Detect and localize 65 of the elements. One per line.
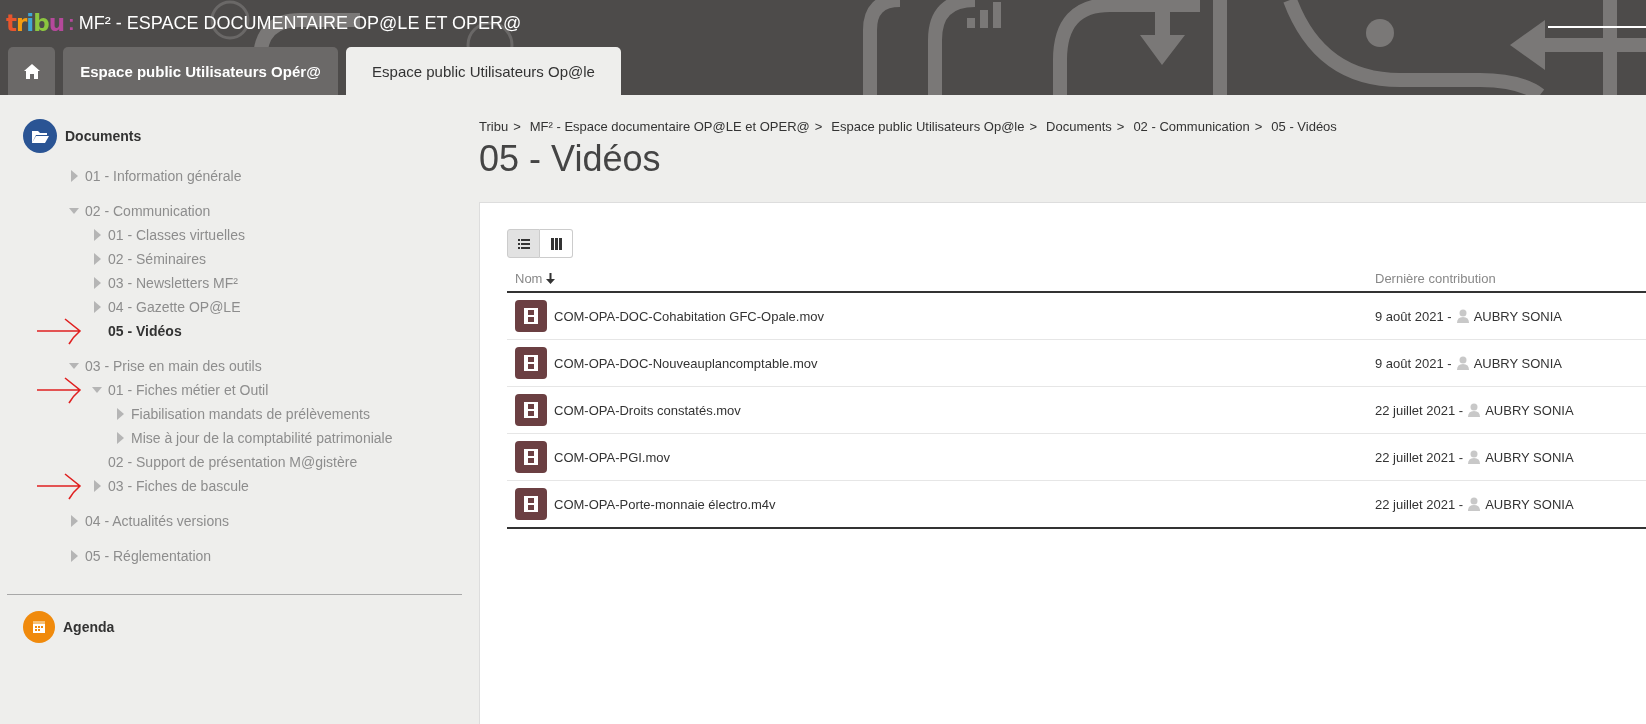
breadcrumb-separator: > (814, 119, 823, 134)
caret-right-icon[interactable] (69, 550, 79, 562)
tree-item[interactable]: 05 - Vidéos (108, 323, 182, 339)
user-icon (1468, 497, 1481, 511)
file-name-link[interactable]: COM-OPA-DOC-Nouveauplancomptable.mov (554, 355, 818, 371)
file-name-link[interactable]: COM-OPA-Droits constatés.mov (554, 402, 741, 418)
breadcrumb-separator: > (1029, 119, 1038, 134)
breadcrumb-link[interactable]: 02 - Communication (1133, 119, 1250, 134)
breadcrumb-link[interactable]: 05 - Vidéos (1271, 119, 1337, 134)
caret-right-icon[interactable] (92, 253, 102, 265)
columns-icon (550, 237, 562, 250)
file-name-link[interactable]: COM-OPA-DOC-Cohabitation GFC-Opale.mov (554, 308, 824, 324)
home-tab[interactable] (8, 47, 55, 95)
caret-right-icon[interactable] (92, 229, 102, 241)
user-icon (1468, 403, 1481, 417)
contribution-date: 9 août 2021 - (1375, 355, 1452, 371)
author-name[interactable]: AUBRY SONIA (1485, 402, 1574, 418)
folder-icon (23, 119, 57, 153)
caret-right-icon[interactable] (92, 480, 102, 492)
column-header[interactable]: Dernière contribution (1375, 271, 1496, 286)
breadcrumb-link[interactable]: Espace public Utilisateurs Op@le (831, 119, 1025, 134)
contribution-date: 22 juillet 2021 - (1375, 402, 1464, 418)
user-icon (1456, 309, 1469, 323)
space-tab[interactable]: Espace public Utilisateurs Opér@ (63, 47, 338, 95)
user-icon (1468, 450, 1481, 464)
file-name-link[interactable]: COM-OPA-PGI.mov (554, 449, 671, 465)
film-icon (515, 488, 547, 520)
author-name[interactable]: AUBRY SONIA (1473, 308, 1562, 324)
caret-right-icon[interactable] (115, 432, 125, 444)
breadcrumb-separator: > (1116, 119, 1125, 134)
contribution-date: 22 juillet 2021 - (1375, 449, 1464, 465)
space-tab[interactable]: Espace public Utilisateurs Op@le (346, 47, 621, 95)
film-icon (515, 347, 547, 379)
logo[interactable]: tribu (6, 10, 65, 36)
breadcrumb-separator: > (513, 119, 521, 134)
film-icon (515, 441, 547, 473)
section-title[interactable]: Agenda (63, 619, 115, 635)
user-icon (1456, 356, 1469, 370)
caret-right-icon[interactable] (92, 277, 102, 289)
list-view-button[interactable] (507, 229, 540, 258)
breadcrumb-separator: > (1254, 119, 1263, 134)
file-name-link[interactable]: COM-OPA-Porte-monnaie électro.m4v (554, 496, 776, 512)
calendar-icon (23, 611, 55, 643)
page-title: 05 - Vidéos (479, 138, 662, 181)
logo-separator: : (68, 11, 75, 35)
author-name[interactable]: AUBRY SONIA (1485, 496, 1574, 512)
breadcrumb-link[interactable]: MF² - Espace documentaire OP@LE et OPER@ (529, 119, 810, 134)
breadcrumb-link[interactable]: Tribu (479, 119, 509, 134)
home-icon (23, 63, 40, 79)
author-name[interactable]: AUBRY SONIA (1485, 449, 1574, 465)
column-header[interactable]: Nom (507, 271, 1375, 286)
caret-right-icon[interactable] (115, 408, 125, 420)
caret-right-icon[interactable] (69, 170, 79, 182)
film-icon (515, 300, 547, 332)
contribution-date: 22 juillet 2021 - (1375, 496, 1464, 512)
breadcrumb-link[interactable]: Documents (1046, 119, 1112, 134)
section-title[interactable]: Documents (65, 128, 142, 144)
film-icon (515, 394, 547, 426)
caret-right-icon[interactable] (69, 515, 79, 527)
column-view-button[interactable] (540, 229, 573, 258)
list-icon (517, 238, 530, 249)
contribution-date: 9 août 2021 - (1375, 308, 1452, 324)
site-title: MF² - ESPACE DOCUMENTAIRE OP@LE ET OPER@ (78, 12, 522, 34)
caret-right-icon[interactable] (92, 301, 102, 313)
author-name[interactable]: AUBRY SONIA (1473, 355, 1562, 371)
